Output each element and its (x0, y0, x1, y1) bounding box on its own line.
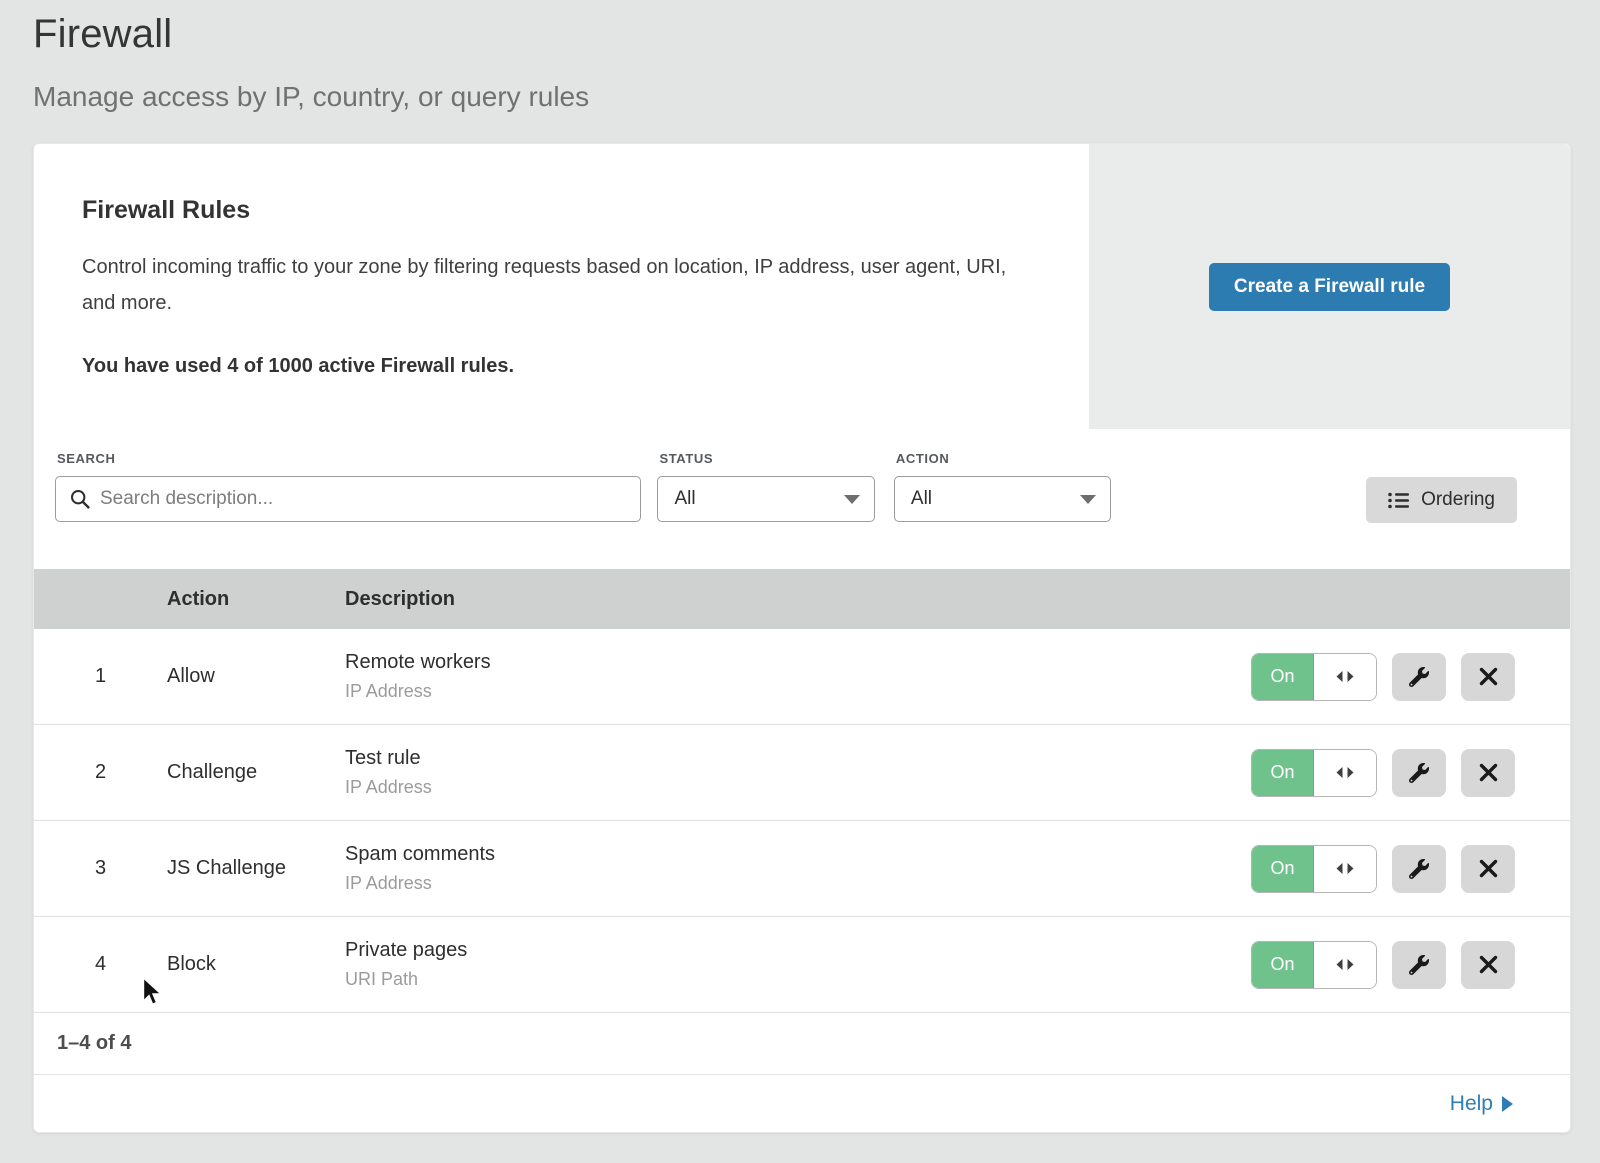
rule-enabled-toggle[interactable]: On (1251, 653, 1377, 701)
rule-field: IP Address (345, 777, 1251, 798)
pagination-summary: 1–4 of 4 (57, 1032, 131, 1055)
page-title: Firewall (33, 12, 1600, 57)
status-filter-group: Status All (657, 451, 875, 522)
delete-rule-button[interactable] (1461, 653, 1515, 701)
delete-rule-button[interactable] (1461, 749, 1515, 797)
rule-action: Block (167, 953, 345, 976)
toggle-arrows-icon[interactable] (1314, 750, 1376, 796)
action-column-header: Action (167, 588, 345, 611)
filters-bar: Search Status All Action All (34, 429, 1570, 569)
help-link-label: Help (1450, 1092, 1493, 1116)
table-row: 3 JS Challenge Spam comments IP Address … (34, 821, 1570, 917)
search-label: Search (57, 451, 641, 466)
search-box[interactable] (55, 476, 641, 522)
status-label: Status (659, 451, 875, 466)
edit-rule-button[interactable] (1392, 941, 1446, 989)
help-link[interactable]: Help (1450, 1092, 1513, 1116)
status-selected-value: All (674, 488, 695, 510)
table-row: 4 Block Private pages URI Path On (34, 917, 1570, 1013)
close-icon (1479, 763, 1498, 782)
edit-rule-button[interactable] (1392, 653, 1446, 701)
card-heading: Firewall Rules (82, 196, 1049, 225)
help-row: Help (34, 1075, 1570, 1133)
create-firewall-rule-button[interactable]: Create a Firewall rule (1209, 263, 1450, 311)
pagination-row: 1–4 of 4 (34, 1013, 1570, 1075)
card-top-section: Firewall Rules Control incoming traffic … (34, 144, 1570, 429)
rule-controls: On (1251, 845, 1570, 893)
rule-description-cell: Test rule IP Address (345, 747, 1251, 798)
toggle-on-label[interactable]: On (1252, 846, 1314, 892)
close-icon (1479, 859, 1498, 878)
action-select[interactable]: All (894, 476, 1111, 522)
card-description: Control incoming traffic to your zone by… (82, 249, 1042, 321)
firewall-rules-card: Firewall Rules Control incoming traffic … (33, 143, 1571, 1133)
search-icon (70, 489, 90, 509)
delete-rule-button[interactable] (1461, 941, 1515, 989)
table-row: 2 Challenge Test rule IP Address On (34, 725, 1570, 821)
toggle-arrows-icon[interactable] (1314, 942, 1376, 988)
list-icon (1388, 492, 1410, 509)
table-header: Action Description (34, 569, 1570, 629)
edit-rule-button[interactable] (1392, 749, 1446, 797)
rule-description-cell: Remote workers IP Address (345, 651, 1251, 702)
action-label: Action (896, 451, 1111, 466)
rule-description-cell: Private pages URI Path (345, 939, 1251, 990)
search-input[interactable] (100, 488, 628, 510)
firewall-page: Firewall Manage access by IP, country, o… (0, 0, 1600, 1163)
rule-field: IP Address (345, 873, 1251, 894)
wrench-icon (1409, 763, 1429, 783)
ordering-button[interactable]: Ordering (1366, 477, 1517, 523)
rule-field: URI Path (345, 969, 1251, 990)
toggle-arrows-icon[interactable] (1314, 846, 1376, 892)
arrow-right-icon (1502, 1096, 1513, 1112)
toggle-on-label[interactable]: On (1252, 654, 1314, 700)
wrench-icon (1409, 667, 1429, 687)
rule-description: Remote workers (345, 651, 1251, 674)
rule-enabled-toggle[interactable]: On (1251, 749, 1377, 797)
toggle-on-label[interactable]: On (1252, 750, 1314, 796)
rule-enabled-toggle[interactable]: On (1251, 845, 1377, 893)
rule-description: Private pages (345, 939, 1251, 962)
rules-usage-text: You have used 4 of 1000 active Firewall … (82, 355, 1049, 378)
close-icon (1479, 667, 1498, 686)
chevron-down-icon (1080, 495, 1096, 504)
rule-controls: On (1251, 941, 1570, 989)
rule-priority: 2 (34, 761, 167, 784)
rule-controls: On (1251, 749, 1570, 797)
description-column-header: Description (345, 588, 1570, 611)
action-filter-group: Action All (894, 451, 1111, 522)
ordering-button-label: Ordering (1421, 489, 1495, 511)
rule-field: IP Address (345, 681, 1251, 702)
rule-priority: 4 (34, 953, 167, 976)
chevron-down-icon (844, 495, 860, 504)
wrench-icon (1409, 955, 1429, 975)
rule-priority: 3 (34, 857, 167, 880)
page-subtitle: Manage access by IP, country, or query r… (33, 81, 1600, 113)
rule-priority: 1 (34, 665, 167, 688)
delete-rule-button[interactable] (1461, 845, 1515, 893)
rule-enabled-toggle[interactable]: On (1251, 941, 1377, 989)
rule-controls: On (1251, 653, 1570, 701)
close-icon (1479, 955, 1498, 974)
edit-rule-button[interactable] (1392, 845, 1446, 893)
rule-description: Spam comments (345, 843, 1251, 866)
rule-description: Test rule (345, 747, 1251, 770)
toggle-on-label[interactable]: On (1252, 942, 1314, 988)
table-row: 1 Allow Remote workers IP Address On (34, 629, 1570, 725)
toggle-arrows-icon[interactable] (1314, 654, 1376, 700)
wrench-icon (1409, 859, 1429, 879)
rule-action: Allow (167, 665, 345, 688)
rule-action: JS Challenge (167, 857, 345, 880)
rule-description-cell: Spam comments IP Address (345, 843, 1251, 894)
page-header: Firewall Manage access by IP, country, o… (0, 0, 1600, 113)
status-select[interactable]: All (657, 476, 875, 522)
search-filter-group: Search (55, 451, 641, 522)
card-aside: Create a Firewall rule (1089, 144, 1570, 429)
action-selected-value: All (911, 488, 932, 510)
rule-action: Challenge (167, 761, 345, 784)
card-intro: Firewall Rules Control incoming traffic … (34, 144, 1089, 429)
